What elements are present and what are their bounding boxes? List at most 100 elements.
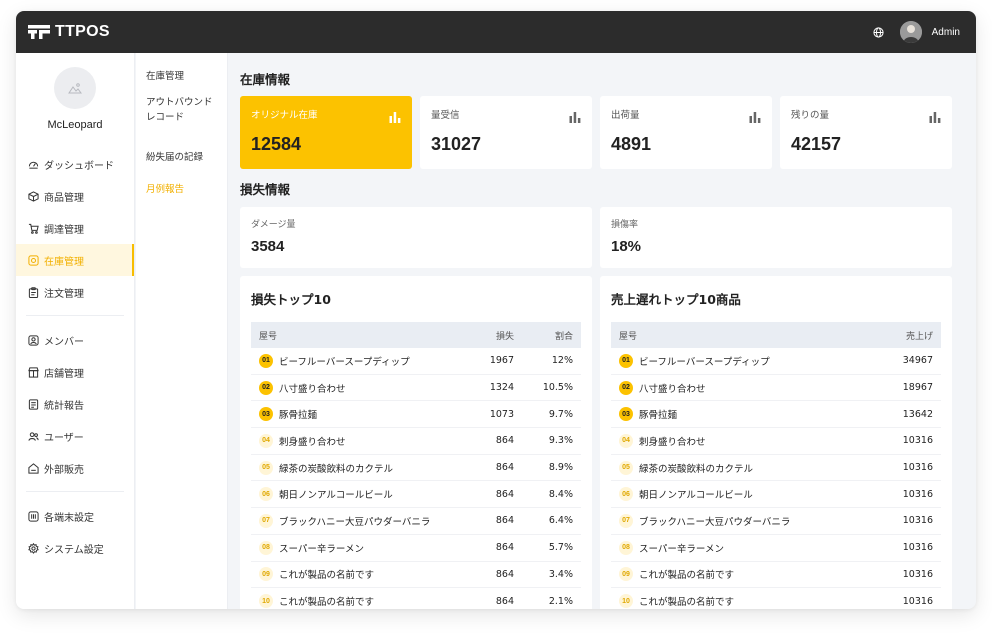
sidebar-item-label: システム設定: [44, 544, 104, 556]
product-name-cell: 07 ブラックハニー大豆パウダーバニラ: [251, 513, 454, 528]
table-row[interactable]: 06 朝日ノンアルコールビール 864 8.4%: [251, 481, 581, 509]
rank-badge: 09: [619, 567, 633, 582]
sidebar-item[interactable]: 店舗管理: [16, 356, 134, 388]
table-row[interactable]: 05 緑茶の炭酸飲料のカクテル 10316: [611, 455, 941, 482]
table-row[interactable]: 01 ビーフルーバースープディップ 34967: [611, 348, 941, 375]
table-row[interactable]: 03 豚骨拉麺 1073 9.7%: [251, 401, 581, 429]
rank-badge: 09: [259, 567, 273, 582]
subnav-item[interactable]: 紛失届の記録: [136, 150, 218, 165]
table-row[interactable]: 08 スーパー辛ラーメン 864 5.7%: [251, 535, 581, 562]
table-row[interactable]: 09 これが製品の名前です 10316: [611, 562, 941, 589]
product-name: スーパー辛ラーメン: [279, 543, 365, 555]
product-name: 八寸盛り合わせ: [279, 383, 346, 395]
stat-card[interactable]: オリジナル在庫 12584: [240, 96, 412, 169]
sidebar-nav: ダッシュボード 商品管理 調達管理在庫管理注文管理メンバー店舗管理統計報告ユーザー外…: [16, 148, 134, 564]
product-name-cell: 05 緑茶の炭酸飲料のカクテル: [251, 460, 454, 475]
sidebar-item[interactable]: ユーザー: [16, 420, 134, 452]
product-name: これが製品の名前です: [639, 570, 735, 582]
cart-icon: [27, 222, 39, 234]
table-row[interactable]: 04 刺身盛り合わせ 10316: [611, 428, 941, 455]
table-row[interactable]: 04 刺身盛り合わせ 864 9.3%: [251, 428, 581, 455]
sidebar-item[interactable]: 商品管理: [16, 180, 134, 212]
bar-chart-icon[interactable]: [929, 108, 941, 127]
bar-chart-icon[interactable]: [569, 108, 581, 127]
subnav-item[interactable]: 月例報告: [136, 182, 218, 197]
user-avatar[interactable]: [899, 21, 922, 43]
table-row[interactable]: 08 スーパー辛ラーメン 10316: [611, 535, 941, 562]
sidebar-item-label: 注文管理: [44, 288, 84, 300]
stat-card[interactable]: 残りの量 42157: [780, 96, 952, 169]
bar-chart-icon[interactable]: [389, 108, 401, 127]
ratio-cell: 12%: [551, 355, 573, 367]
stat-card[interactable]: 量受信 31027: [420, 96, 592, 169]
user-name[interactable]: Admin: [932, 27, 960, 38]
table-row[interactable]: 02 八寸盛り合わせ 1324 10.5%: [251, 375, 581, 402]
loss-value: 3584: [251, 238, 285, 255]
loss-cell: 864: [495, 462, 514, 474]
table-row[interactable]: 07 ブラックハニー大豆パウダーバニラ 864 6.4%: [251, 508, 581, 535]
sales-cell: 10316: [902, 595, 933, 607]
sidebar-item[interactable]: メンバー: [16, 324, 134, 356]
table-row[interactable]: 10 これが製品の名前です 864 2.1%: [251, 588, 581, 609]
loss-top10-title: 損失トップ10: [251, 292, 331, 307]
col-name-header: 屋号: [619, 331, 638, 342]
ratio-cell: 9.7%: [548, 408, 573, 420]
rank-badge: 06: [619, 487, 633, 502]
sidebar-item[interactable]: ダッシュボード: [16, 148, 134, 180]
sidebar-item[interactable]: 調達管理: [16, 212, 134, 244]
product-name-cell: 06 朝日ノンアルコールビール: [251, 487, 454, 502]
table-row[interactable]: 03 豚骨拉麺 13642: [611, 401, 941, 429]
loss-cell: 864: [495, 595, 514, 607]
sidebar-item[interactable]: システム設定: [16, 532, 134, 564]
product-name-cell: 02 八寸盛り合わせ: [251, 380, 454, 395]
loss-cell: 864: [495, 515, 514, 527]
table-row[interactable]: 05 緑茶の炭酸飲料のカクテル 864 8.9%: [251, 455, 581, 482]
product-name: これが製品の名前です: [279, 570, 375, 582]
ratio-cell: 5.7%: [548, 542, 573, 554]
sidebar-item-label: 在庫管理: [44, 256, 84, 268]
table-row[interactable]: 02 八寸盛り合わせ 18967: [611, 375, 941, 402]
sidebar-item[interactable]: 統計報告: [16, 388, 134, 420]
sidebar-item-label: 外部販売: [44, 464, 84, 476]
bar-chart-icon[interactable]: [749, 108, 761, 127]
sales-cell: 10316: [902, 462, 933, 474]
rank-badge: 05: [259, 460, 273, 475]
app-logo[interactable]: TTPOS: [28, 23, 110, 41]
loss-cell: 864: [495, 542, 514, 554]
table-row[interactable]: 09 これが製品の名前です 864 3.4%: [251, 562, 581, 589]
profile-avatar[interactable]: [54, 67, 96, 109]
sidebar-item[interactable]: 各端末設定: [16, 500, 134, 532]
subnav-item[interactable]: アウトバウンドレコード: [136, 95, 218, 125]
subnav-item[interactable]: 在庫管理: [136, 69, 218, 84]
rank-badge: 10: [619, 594, 633, 609]
ratio-cell: 8.9%: [548, 462, 573, 474]
table-row[interactable]: 01 ビーフルーバースープディップ 1967 12%: [251, 348, 581, 375]
sidebar-item-label: 統計報告: [44, 400, 84, 412]
table-row[interactable]: 07 ブラックハニー大豆パウダーバニラ 10316: [611, 508, 941, 535]
loss-card: 損傷率 18%: [600, 207, 952, 268]
rank-badge: 08: [619, 540, 633, 555]
stat-card[interactable]: 出荷量 4891: [600, 96, 772, 169]
rank-badge: 01: [619, 353, 633, 368]
product-name-cell: 04 刺身盛り合わせ: [251, 433, 454, 448]
ratio-cell: 3.4%: [548, 568, 573, 580]
sidebar-item[interactable]: 注文管理: [16, 276, 134, 308]
profile-block: McLeopard: [16, 53, 134, 148]
product-name: 八寸盛り合わせ: [639, 383, 706, 395]
ratio-cell: 2.1%: [548, 595, 573, 607]
product-name-cell: 02 八寸盛り合わせ: [611, 380, 851, 395]
globe-icon[interactable]: [872, 25, 886, 39]
table-row[interactable]: 10 これが製品の名前です 10316: [611, 588, 941, 609]
sidebar-item[interactable]: 外部販売: [16, 452, 134, 484]
col-loss-header: 損失: [495, 331, 514, 342]
product-name-cell: 01 ビーフルーバースープディップ: [251, 353, 454, 368]
stat-value: 31027: [431, 134, 482, 154]
sidebar-item-label: メンバー: [44, 336, 84, 348]
product-name: 豚骨拉麺: [639, 410, 678, 422]
table-row[interactable]: 06 朝日ノンアルコールビール 10316: [611, 481, 941, 509]
product-name-cell: 09 これが製品の名前です: [251, 567, 454, 582]
sidebar-item[interactable]: 在庫管理: [16, 244, 134, 276]
product-name-cell: 10 これが製品の名前です: [611, 594, 851, 609]
stat-value: 4891: [611, 134, 652, 154]
gear-icon: [27, 542, 39, 554]
